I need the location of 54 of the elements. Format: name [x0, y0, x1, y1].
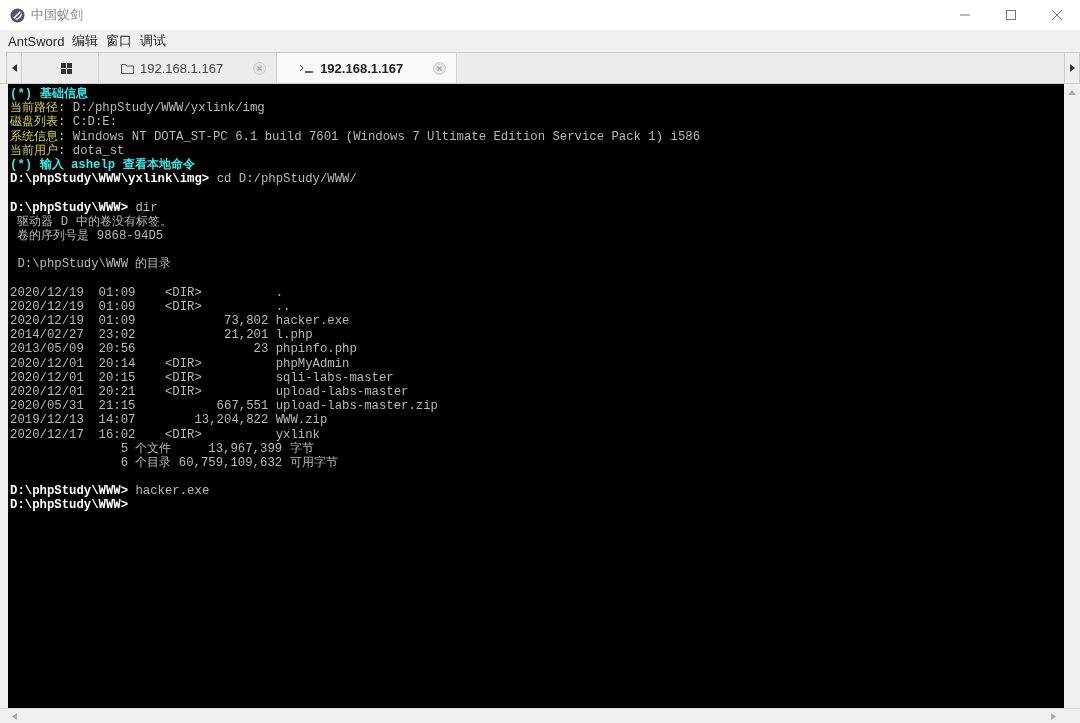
info-value: dota_st — [72, 143, 125, 158]
command-text: dir — [135, 200, 158, 215]
info-label: 当前路径: — [10, 101, 66, 116]
left-arrow-icon — [11, 64, 17, 72]
menu-item[interactable]: AntSword — [4, 33, 69, 49]
scroll-left-arrow-icon[interactable] — [12, 712, 17, 720]
terminal-icon — [299, 63, 315, 73]
tab[interactable]: 192.168.1.167 — [277, 53, 458, 83]
output-line: 卷的序列号是 9868-94D5 — [16, 228, 164, 243]
scroll-right-button[interactable] — [1064, 52, 1080, 83]
output-line: 2020/05/31 21:15 667,551 upload-labs-master.zip — [10, 399, 438, 414]
close-icon[interactable] — [253, 61, 267, 75]
scroll-right-arrow-icon[interactable] — [1051, 712, 1056, 720]
info-label: 当前用户: — [10, 143, 66, 158]
command-prompt: D:\phpStudy\WWW> — [10, 484, 129, 499]
command-prompt: D:\phpStudy\WWW\yxlink\img> — [10, 172, 210, 187]
app-logo-icon — [10, 7, 25, 23]
terminal-heading: (*) 输入 ashelp 查看本地命令 — [10, 157, 195, 172]
output-line: 6 个目录 60,759,109,632 可用字节 — [119, 455, 338, 470]
maximize-icon — [1005, 9, 1017, 21]
info-value: C:D:E: — [72, 115, 118, 130]
output-line: 2020/12/17 16:02 <DIR> yxlink — [10, 427, 320, 442]
menu-item[interactable]: 编辑 — [68, 32, 103, 50]
info-value: D:/phpStudy/WWW/yxlink/img — [72, 101, 265, 116]
up-arrow-icon — [1068, 90, 1076, 95]
info-label: 磁盘列表: — [10, 115, 66, 130]
right-arrow-icon — [1069, 64, 1075, 72]
output-line: 2020/12/19 01:09 73,802 hacker.exe — [10, 314, 350, 328]
window-title: 中国蚁剑 — [31, 6, 84, 24]
command-prompt: D:\phpStudy\WWW> — [10, 200, 129, 215]
output-line: 2020/12/01 20:14 <DIR> phpMyAdmin — [10, 356, 350, 371]
terminal-heading: (*) 基础信息 — [10, 87, 88, 101]
close-icon[interactable] — [433, 61, 447, 75]
scroll-left-button[interactable] — [6, 52, 22, 83]
menu-item[interactable]: 窗口 — [102, 32, 137, 50]
output-line: 驱动器 D 中的卷没有标签。 — [17, 214, 172, 229]
grid-icon — [60, 62, 72, 74]
output-line: 2020/12/01 20:21 <DIR> upload-labs-master — [10, 384, 409, 399]
folder-icon — [121, 62, 134, 74]
command-prompt: D:\phpStudy\WWW> — [10, 498, 129, 513]
output-line: 2020/12/19 01:09 <DIR> . — [10, 285, 284, 300]
output-line: D:\phpStudy\WWW 的目录 — [16, 257, 172, 272]
command-text: cd D:/phpStudy/WWW/ — [216, 172, 357, 187]
output-line: 2014/02/27 23:02 21,201 l.php — [10, 328, 313, 343]
menu-item[interactable]: 调试 — [136, 32, 171, 50]
command-text: hacker.exe — [135, 484, 210, 499]
output-line: 2020/12/01 20:15 <DIR> sqli-labs-master — [10, 370, 394, 385]
output-line: 2019/12/13 14:07 13,204,822 WWW.zip — [10, 413, 328, 428]
info-value: Windows NT DOTA_ST-PC 6.1 build 7601 (Windows 7 Ultimate Edition Service Pack 1) i586 — [72, 129, 701, 144]
output-line: 5 个文件 13,967,399 字节 — [119, 441, 314, 456]
output-line: 2020/12/19 01:09 <DIR> .. — [10, 299, 291, 314]
info-label: 系统信息: — [10, 129, 66, 144]
output-line: 2013/05/09 20:56 23 phpinfo.php — [10, 342, 357, 357]
close-icon — [1051, 9, 1063, 21]
